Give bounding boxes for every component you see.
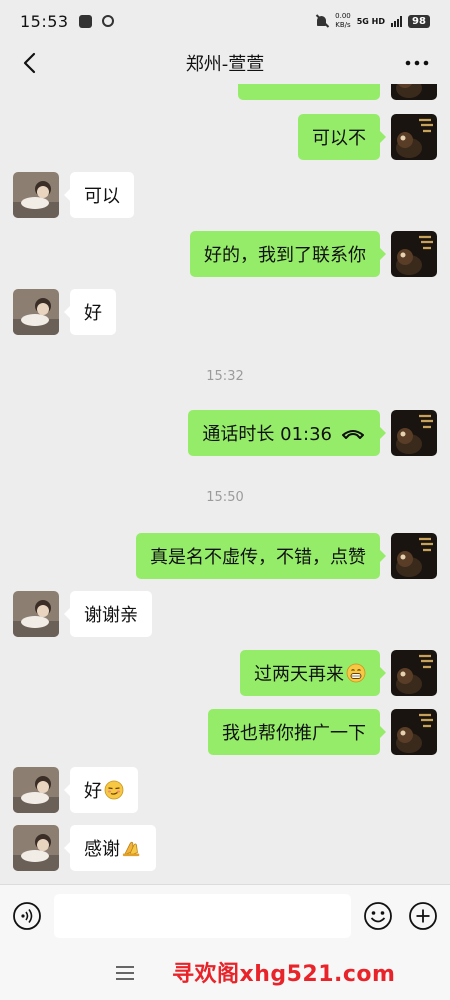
net-speed-unit: KB/s: [335, 21, 351, 29]
contact-avatar[interactable]: [13, 289, 59, 335]
contact-avatar-image: [13, 172, 59, 218]
my-avatar-image: [391, 533, 437, 579]
my-avatar-image: [391, 410, 437, 456]
back-button[interactable]: [14, 48, 44, 78]
message-row: 好的，我到了联系你: [0, 231, 450, 277]
my-avatar[interactable]: [391, 650, 437, 696]
message-text: 真是名不虚传，不错，点赞: [150, 547, 366, 568]
my-avatar[interactable]: [391, 533, 437, 579]
input-bar: [0, 884, 450, 946]
voice-input-button[interactable]: [12, 901, 42, 931]
my-avatar-image: [391, 709, 437, 755]
message-bubble-incoming[interactable]: 谢谢亲: [64, 591, 152, 637]
notification-app-icon: [78, 14, 92, 28]
my-avatar[interactable]: [391, 84, 437, 100]
message-bubble-incoming[interactable]: 可以: [64, 172, 134, 218]
contact-avatar[interactable]: [13, 825, 59, 871]
message-row: 感谢: [0, 825, 450, 871]
battery-indicator: 98: [408, 14, 430, 28]
message-row: 过两天再来: [0, 650, 450, 696]
message-text: 感谢: [84, 839, 120, 860]
message-text: 好: [84, 781, 102, 802]
my-avatar-image: [391, 84, 437, 100]
message-bubble-outgoing[interactable]: 我也帮你推广一下: [208, 709, 386, 755]
time-divider: 15:32: [206, 369, 244, 384]
message-text: 可以: [84, 186, 120, 207]
voice-icon: [13, 902, 41, 930]
message-row: 好: [0, 289, 450, 335]
emoji-button[interactable]: [363, 901, 393, 931]
contact-avatar-image: [13, 767, 59, 813]
contact-avatar-image: [13, 825, 59, 871]
message-row: 可以不: [0, 114, 450, 160]
message-bubble-incoming[interactable]: 感谢: [64, 825, 156, 871]
more-button[interactable]: [402, 48, 432, 78]
status-right: 0.00 KB/s 5G HD 98: [315, 12, 430, 30]
message-bubble-incoming[interactable]: 好: [64, 289, 116, 335]
message-row: 通话时长 01:36: [0, 410, 450, 456]
grin-emoji-icon: [346, 663, 366, 683]
message-text: 我也帮你推广一下: [222, 723, 366, 744]
system-nav-bar: 寻欢阁xhg521.com: [0, 946, 450, 1000]
status-left: 15:53: [20, 12, 114, 31]
smirk-emoji-icon: [104, 780, 124, 800]
my-avatar-image: [391, 231, 437, 277]
time-divider: 15:50: [206, 490, 244, 505]
my-avatar-image: [391, 650, 437, 696]
menu-lines-icon: [116, 966, 134, 980]
message-bubble-outgoing[interactable]: 可以不: [298, 114, 386, 160]
menu-button[interactable]: [114, 964, 136, 982]
message-text: 可以不: [312, 128, 366, 149]
watermark-text: 寻欢阁xhg521.com: [172, 962, 396, 987]
more-actions-button[interactable]: [408, 901, 438, 931]
message-text: 好: [84, 303, 102, 324]
mute-icon: [315, 14, 329, 28]
message-text: 谢谢亲: [84, 605, 138, 626]
notification-sync-icon: [101, 15, 114, 27]
message-row: 好: [0, 767, 450, 813]
status-time: 15:53: [20, 11, 69, 31]
message-row: 谢谢亲: [0, 591, 450, 637]
message-list[interactable]: 可以不 可以 好的，我到了联系你 好 15:32 通话时长 01:36 15:5…: [0, 84, 450, 884]
contact-avatar[interactable]: [13, 767, 59, 813]
message-bubble-incoming[interactable]: 好: [64, 767, 138, 813]
message-row: 真是名不虚传，不错，点赞: [0, 533, 450, 579]
phone-hangup-icon: [342, 430, 364, 439]
message-bubble-outgoing[interactable]: 真是名不虚传，不错，点赞: [136, 533, 386, 579]
my-avatar[interactable]: [391, 231, 437, 277]
message-bubble-outgoing[interactable]: 过两天再来: [240, 650, 386, 696]
chat-title: 郑州-萱萱: [185, 54, 265, 75]
plus-icon: [409, 902, 437, 930]
smiley-icon: [364, 902, 392, 930]
message-text: 好的，我到了联系你: [204, 245, 366, 266]
net-speed: 0.00 KB/s: [335, 12, 351, 30]
contact-avatar-image: [13, 591, 59, 637]
back-arrow-icon: [23, 52, 36, 74]
more-dots-icon: [405, 60, 429, 66]
chat-header: 郑州-萱萱: [0, 42, 450, 84]
my-avatar[interactable]: [391, 709, 437, 755]
message-text: 通话时长 01:36: [202, 424, 332, 445]
message-row: 我也帮你推广一下: [0, 709, 450, 755]
message-text: 过两天再来: [254, 664, 344, 685]
message-row: 可以: [0, 172, 450, 218]
message-row-partial: [0, 84, 450, 100]
status-bar: 15:53 0.00 KB/s 5G HD 98: [0, 0, 450, 42]
contact-avatar-image: [13, 289, 59, 335]
message-bubble-outgoing[interactable]: 好的，我到了联系你: [190, 231, 386, 277]
message-input[interactable]: [54, 894, 351, 938]
contact-avatar[interactable]: [13, 591, 59, 637]
net-speed-value: 0.00: [335, 12, 351, 20]
network-type: 5G HD: [356, 16, 385, 26]
my-avatar-image: [391, 114, 437, 160]
contact-avatar[interactable]: [13, 172, 59, 218]
my-avatar[interactable]: [391, 114, 437, 160]
pray-emoji-icon: [122, 841, 140, 857]
call-record-bubble[interactable]: 通话时长 01:36: [188, 410, 386, 456]
my-avatar[interactable]: [391, 410, 437, 456]
signal-icon: [391, 15, 402, 27]
message-bubble-partial[interactable]: [238, 84, 380, 100]
